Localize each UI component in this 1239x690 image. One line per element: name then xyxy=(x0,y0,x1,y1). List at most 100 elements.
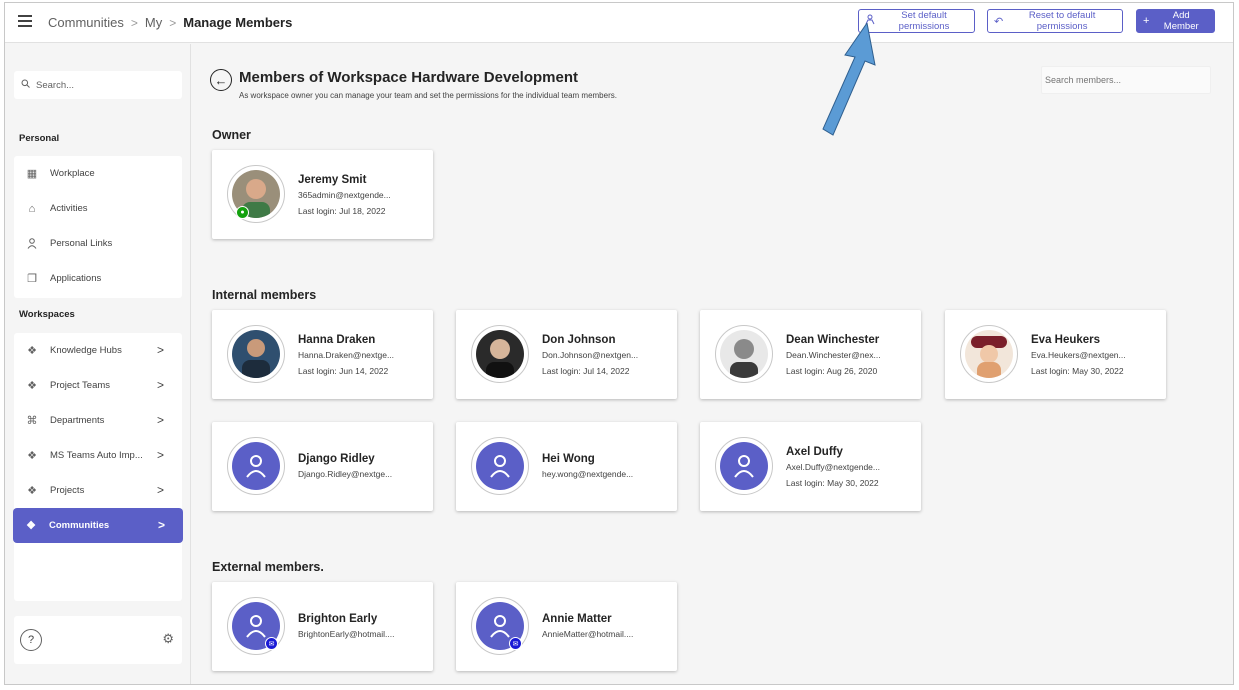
member-card[interactable]: ✉ Brighton Early BrightonEarly@hotmail..… xyxy=(212,582,433,671)
add-member-label: Add Member xyxy=(1163,10,1199,32)
sidebar-item-projects[interactable]: ❖ Projects > xyxy=(14,473,182,508)
sidebar-item-label: Projects xyxy=(50,485,85,496)
member-name: Django Ridley xyxy=(298,453,375,465)
member-email: Eva.Heukers@nextgen... xyxy=(1031,350,1126,360)
add-member-button[interactable]: + Add Member xyxy=(1136,9,1215,33)
member-card[interactable]: Django Ridley Django.Ridley@nextge... xyxy=(212,422,433,511)
menu-icon[interactable] xyxy=(18,15,32,29)
reset-default-permissions-button[interactable]: ↶ Reset to default permissions xyxy=(987,9,1123,33)
gear-icon[interactable]: ⚙ xyxy=(162,631,174,647)
communities-icon: ❖ xyxy=(26,520,36,532)
chevron-right-icon: > xyxy=(156,483,164,497)
sidebar-item-knowledge-hubs[interactable]: ❖ Knowledge Hubs > xyxy=(14,333,182,368)
chevron-right-icon: > xyxy=(156,343,164,357)
mail-badge-icon: ✉ xyxy=(509,637,522,650)
member-card[interactable]: Dean Winchester Dean.Winchester@nex... L… xyxy=(700,310,921,399)
profile-photo xyxy=(232,330,280,378)
chevron-right-icon: > xyxy=(157,518,165,532)
owner-heading: Owner xyxy=(212,128,251,142)
undo-icon: ↶ xyxy=(994,15,1004,28)
sidebar-item-departments[interactable]: ⌘ Departments > xyxy=(14,403,182,438)
teams-icon: ❖ xyxy=(27,450,37,462)
avatar: ✉ xyxy=(471,597,529,655)
sidebar-item-project-teams[interactable]: ❖ Project Teams > xyxy=(14,368,182,403)
sidebar-item-activities[interactable]: ⌂ Activities xyxy=(14,191,182,226)
arrow-left-icon: ← xyxy=(214,72,228,88)
member-email: hey.wong@nextgende... xyxy=(542,469,634,479)
avatar xyxy=(227,437,285,495)
sidebar: Search... Personal ▦ Workplace ⌂ Activit… xyxy=(5,44,191,684)
teams-icon: ❖ xyxy=(27,380,37,392)
back-arrow-button[interactable]: ← xyxy=(210,69,232,91)
app-window: Communities > My > Manage Members Set de… xyxy=(4,2,1234,685)
sidebar-item-label: Knowledge Hubs xyxy=(50,345,122,356)
sidebar-item-workplace[interactable]: ▦ Workplace xyxy=(14,156,182,191)
person-icon xyxy=(26,238,38,250)
sidebar-search-placeholder: Search... xyxy=(36,79,75,91)
avatar xyxy=(471,437,529,495)
org-icon: ⌘ xyxy=(26,415,38,427)
breadcrumb-current: Manage Members xyxy=(183,15,293,30)
breadcrumb-communities[interactable]: Communities xyxy=(48,15,124,30)
member-email: 365admin@nextgende... xyxy=(298,190,391,200)
member-card[interactable]: ✉ Annie Matter AnnieMatter@hotmail.... xyxy=(456,582,677,671)
page-title: Members of Workspace Hardware Developmen… xyxy=(239,69,579,86)
member-name: Don Johnson xyxy=(542,334,616,346)
sidebar-item-personal-links[interactable]: Personal Links xyxy=(14,226,182,261)
sidebar-item-label: Communities xyxy=(49,520,110,531)
help-button[interactable]: ? xyxy=(20,629,42,651)
internal-members-heading: Internal members xyxy=(212,288,317,302)
member-card[interactable]: Eva Heukers Eva.Heukers@nextgen... Last … xyxy=(945,310,1166,399)
projects-icon: ❖ xyxy=(27,485,37,497)
member-name: Eva Heukers xyxy=(1031,334,1101,346)
profile-photo xyxy=(720,330,768,378)
sidebar-item-label: MS Teams Auto Imp... xyxy=(50,450,143,461)
member-email: Dean.Winchester@nex... xyxy=(786,350,881,360)
callout-arrow-icon xyxy=(822,23,876,136)
member-card[interactable]: Don Johnson Don.Johnson@nextgen... Last … xyxy=(456,310,677,399)
personal-heading: Personal xyxy=(19,133,60,144)
member-card[interactable]: Axel Duffy Axel.Duffy@nextgende... Last … xyxy=(700,422,921,511)
top-bar: Communities > My > Manage Members Set de… xyxy=(5,3,1233,43)
sidebar-search-input[interactable]: Search... xyxy=(14,71,182,99)
chevron-right-icon: > xyxy=(130,15,138,30)
default-person-icon xyxy=(720,442,768,490)
sidebar-item-label: Departments xyxy=(50,415,105,426)
sidebar-item-applications[interactable]: ❐ Applications xyxy=(14,261,182,296)
member-last-login: Last login: Jul 18, 2022 xyxy=(298,206,386,216)
plus-icon: + xyxy=(1143,15,1150,27)
chevron-right-icon: > xyxy=(156,378,164,392)
sidebar-item-ms-teams-auto-import[interactable]: ❖ MS Teams Auto Imp... > xyxy=(14,438,182,473)
member-email: Axel.Duffy@nextgende... xyxy=(786,462,880,472)
member-email: Django.Ridley@nextge... xyxy=(298,469,393,479)
personal-group: ▦ Workplace ⌂ Activities Personal Links … xyxy=(14,156,182,298)
member-last-login: Last login: May 30, 2022 xyxy=(786,478,879,488)
sidebar-item-label: Personal Links xyxy=(50,238,113,249)
member-email: Hanna.Draken@nextge... xyxy=(298,350,395,360)
chevron-right-icon: > xyxy=(156,413,164,427)
mail-badge-icon: ✉ xyxy=(265,637,278,650)
member-card[interactable]: Hei Wong hey.wong@nextgende... xyxy=(456,422,677,511)
member-last-login: Last login: Jun 14, 2022 xyxy=(298,366,389,376)
member-email: AnnieMatter@hotmail.... xyxy=(542,629,634,639)
chevron-right-icon: > xyxy=(169,15,177,30)
grid-icon: ▦ xyxy=(26,168,38,180)
breadcrumb-my[interactable]: My xyxy=(145,15,162,30)
default-person-icon xyxy=(232,442,280,490)
sidebar-footer: ? ⚙ xyxy=(14,616,182,664)
member-name: Hanna Draken xyxy=(298,334,376,346)
sidebar-item-label: Activities xyxy=(50,203,88,214)
owner-badge-icon: ● xyxy=(236,206,249,219)
avatar xyxy=(960,325,1018,383)
member-last-login: Last login: May 30, 2022 xyxy=(1031,366,1124,376)
member-name: Axel Duffy xyxy=(786,446,843,458)
member-search-input[interactable] xyxy=(1041,66,1211,94)
member-last-login: Last login: Jul 14, 2022 xyxy=(542,366,630,376)
avatar: ● xyxy=(227,165,285,223)
owner-card[interactable]: ● Jeremy Smit 365admin@nextgende... Last… xyxy=(212,150,433,239)
sidebar-item-label: Workplace xyxy=(50,168,95,179)
sidebar-item-communities[interactable]: ❖ Communities > xyxy=(13,508,183,543)
member-email: Don.Johnson@nextgen... xyxy=(542,350,639,360)
member-card[interactable]: Hanna Draken Hanna.Draken@nextge... Last… xyxy=(212,310,433,399)
external-members-heading: External members. xyxy=(212,560,324,574)
